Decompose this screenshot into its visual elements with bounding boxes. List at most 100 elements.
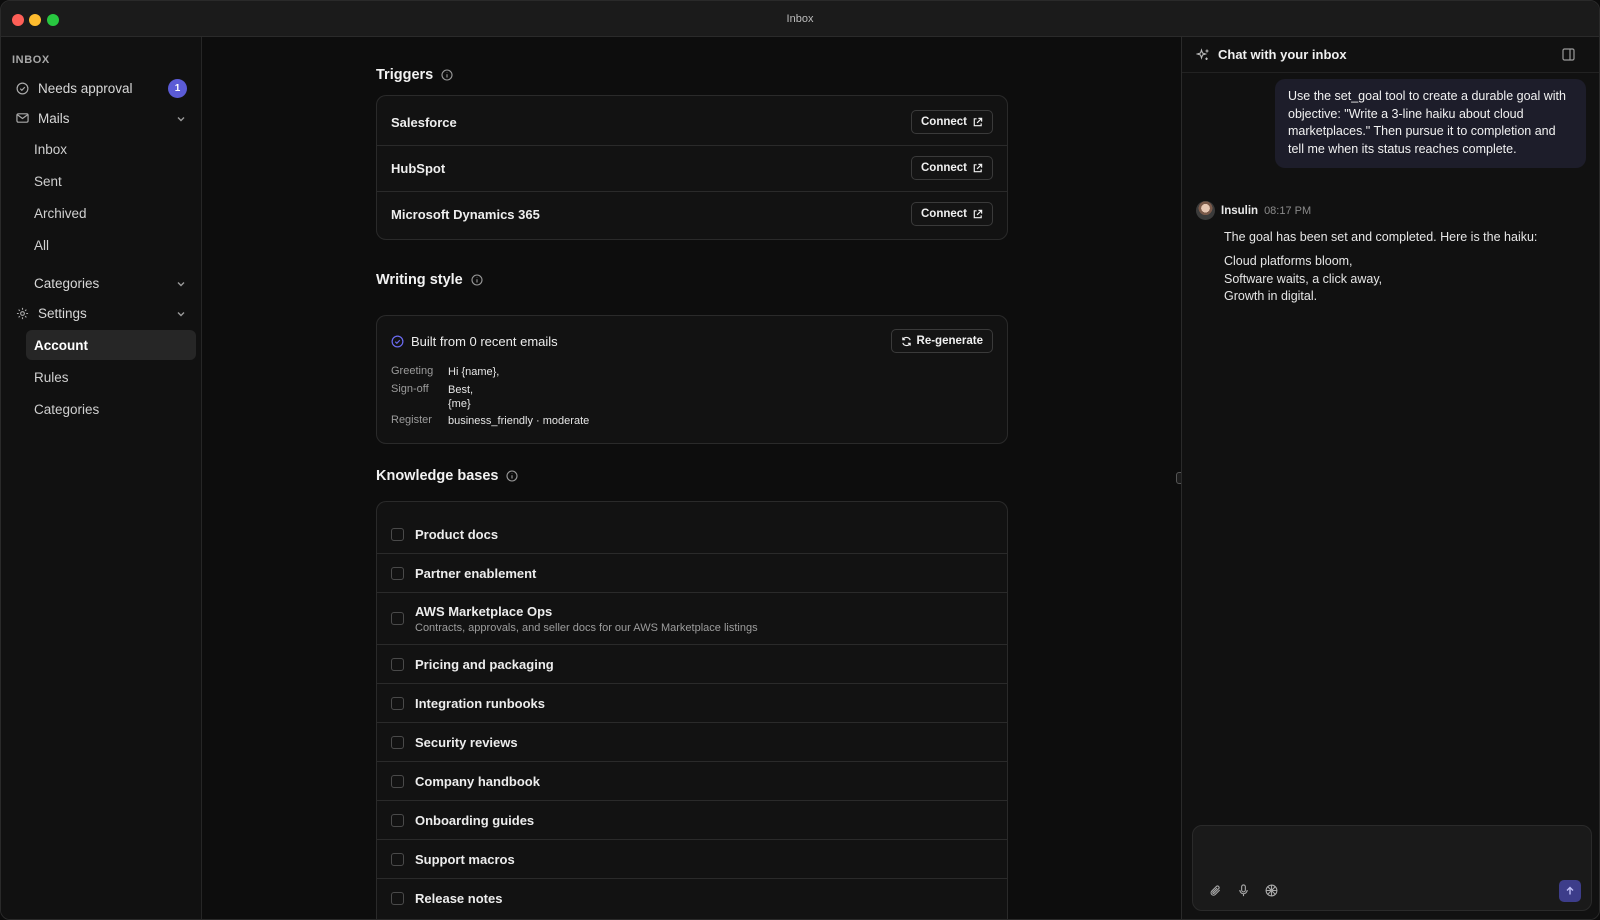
sidebar: INBOX Needs approval 1 Mails Inbox Sent … xyxy=(1,37,202,919)
chat-title: Chat with your inbox xyxy=(1218,47,1347,62)
writing-style-header: Writing style xyxy=(376,272,483,288)
sidebar-item-settings[interactable]: Settings xyxy=(7,298,196,328)
trigger-row-dynamics: Microsoft Dynamics 365 Connect xyxy=(377,191,1007,237)
mail-icon xyxy=(15,111,29,125)
message-time: 08:17 PM xyxy=(1264,204,1312,217)
haiku-block: Cloud platforms bloom, Software waits, a… xyxy=(1224,253,1382,306)
kb-row-company-handbook[interactable]: Company handbook xyxy=(377,761,1007,800)
regenerate-button[interactable]: Re-generate xyxy=(890,329,993,353)
sidebar-item-archived[interactable]: Archived xyxy=(26,198,196,228)
kb-checkbox[interactable] xyxy=(391,528,404,541)
settings-main: Triggers Salesforce Connect HubSpot Conn… xyxy=(202,37,1181,919)
writing-style-status: Built from 0 recent emails xyxy=(391,334,558,349)
kb-checkbox[interactable] xyxy=(391,774,404,788)
kb-label: Pricing and packaging xyxy=(415,656,554,672)
approval-count-badge: 1 xyxy=(168,79,187,98)
kb-row-onboarding-guides[interactable]: Onboarding guides xyxy=(377,800,1007,839)
button-label: Connect xyxy=(921,116,967,128)
kb-checkbox[interactable] xyxy=(391,891,404,905)
info-icon[interactable] xyxy=(471,274,483,286)
button-label: Connect xyxy=(921,208,967,220)
kb-checkbox[interactable] xyxy=(391,612,404,625)
triggers-card: Salesforce Connect HubSpot Connect Micro… xyxy=(376,95,1008,240)
kb-checkbox[interactable] xyxy=(391,657,404,671)
kb-row-pricing[interactable]: Pricing and packaging xyxy=(377,644,1007,683)
sidebar-item-all[interactable]: All xyxy=(26,230,196,260)
connect-dynamics-button[interactable]: Connect xyxy=(911,202,993,226)
info-icon[interactable] xyxy=(441,69,453,81)
chevron-down-icon[interactable] xyxy=(176,112,186,127)
message-author: Insulin xyxy=(1221,204,1259,217)
kb-label: Security reviews xyxy=(415,734,518,750)
kb-label: Product docs xyxy=(415,527,499,542)
writing-style-title: Writing style xyxy=(376,272,463,288)
sidebar-item-rules[interactable]: Rules xyxy=(26,362,196,392)
haiku-line: Software waits, a click away, xyxy=(1224,271,1383,286)
button-label: Connect xyxy=(921,162,967,174)
connect-salesforce-button[interactable]: Connect xyxy=(911,110,993,134)
chat-panel: Chat with your inbox Use the set_goal to… xyxy=(1181,37,1599,919)
kb-label: Integration runbooks xyxy=(415,695,545,711)
kb-label: Support macros xyxy=(415,851,515,867)
sidebar-item-account[interactable]: Account xyxy=(26,330,196,360)
microphone-icon[interactable] xyxy=(1237,884,1250,902)
kb-checkbox[interactable] xyxy=(391,813,404,827)
kb-label: Release notes xyxy=(415,890,503,906)
kb-row-security-reviews[interactable]: Security reviews xyxy=(377,722,1007,761)
sidebar-item-sent[interactable]: Sent xyxy=(26,166,196,196)
check-circle-icon xyxy=(391,335,404,348)
globe-icon[interactable] xyxy=(1265,884,1278,902)
connect-hubspot-button[interactable]: Connect xyxy=(911,156,993,180)
sparkles-icon xyxy=(1196,47,1209,60)
sidebar-item-label: Mails xyxy=(38,110,70,126)
trigger-name: HubSpot xyxy=(391,161,446,176)
title-bar: Inbox xyxy=(1,1,1599,37)
kb-checkbox[interactable] xyxy=(391,852,404,866)
app-window: Inbox INBOX Needs approval 1 Mails Inbox… xyxy=(0,0,1600,920)
info-icon[interactable] xyxy=(506,470,519,482)
kb-row-product-docs[interactable]: Product docs xyxy=(377,502,1007,553)
sidebar-item-needs-approval[interactable]: Needs approval 1 xyxy=(7,73,196,103)
assistant-message-meta: Insulin 08:17 PM xyxy=(1196,201,1311,220)
haiku-line: Growth in digital. xyxy=(1224,289,1318,303)
knowledge-bases-card: Product docs Partner enablement AWS Mark… xyxy=(376,501,1008,919)
register-key: Register xyxy=(391,414,432,426)
paperclip-icon[interactable] xyxy=(1209,884,1222,902)
kb-label: AWS Marketplace Ops xyxy=(415,603,553,619)
signoff-value-line2: {me} xyxy=(448,398,471,410)
sidebar-item-categories-group[interactable]: Categories xyxy=(26,268,196,298)
sidebar-item-mails[interactable]: Mails xyxy=(7,103,196,133)
external-link-icon xyxy=(973,117,983,126)
status-text: Built from 0 recent emails xyxy=(411,334,558,349)
kb-row-release-notes[interactable]: Release notes xyxy=(377,878,1007,917)
avatar xyxy=(1196,201,1215,220)
trigger-name: Salesforce xyxy=(391,114,457,130)
kb-checkbox[interactable] xyxy=(391,735,404,749)
button-label: Re-generate xyxy=(916,335,983,347)
chevron-down-icon[interactable] xyxy=(176,307,186,322)
user-message-bubble: Use the set_goal tool to create a durabl… xyxy=(1275,79,1586,168)
kb-row-partner-enablement[interactable]: Partner enablement xyxy=(377,553,1007,592)
kb-row-support-macros[interactable]: Support macros xyxy=(377,839,1007,878)
chat-composer[interactable] xyxy=(1192,825,1592,911)
collapse-panel-icon[interactable] xyxy=(1562,48,1583,64)
kb-description: Contracts, approvals, and seller docs fo… xyxy=(415,621,758,634)
signoff-value-line1: Best, xyxy=(448,384,474,396)
kb-checkbox[interactable] xyxy=(391,566,404,580)
kb-label: Onboarding guides xyxy=(415,812,535,828)
signoff-key: Sign-off xyxy=(391,383,429,395)
chat-header: Chat with your inbox xyxy=(1182,37,1599,73)
sidebar-item-inbox[interactable]: Inbox xyxy=(26,134,196,164)
kb-checkbox[interactable] xyxy=(391,696,404,710)
send-button[interactable] xyxy=(1559,880,1581,902)
window-title: Inbox xyxy=(786,13,814,25)
kb-text: AWS Marketplace Ops Contracts, approvals… xyxy=(415,604,758,634)
chevron-down-icon[interactable] xyxy=(176,277,186,292)
sidebar-item-label: Needs approval xyxy=(38,80,133,96)
check-circle-icon xyxy=(15,81,29,95)
kb-row-integration-runbooks[interactable]: Integration runbooks xyxy=(377,683,1007,722)
greeting-value: Hi {name}, xyxy=(448,366,500,378)
sidebar-item-categories[interactable]: Categories xyxy=(26,394,196,424)
kb-row-aws-marketplace-ops[interactable]: AWS Marketplace Ops Contracts, approvals… xyxy=(377,592,1007,644)
haiku-line: Cloud platforms bloom, xyxy=(1224,254,1353,268)
